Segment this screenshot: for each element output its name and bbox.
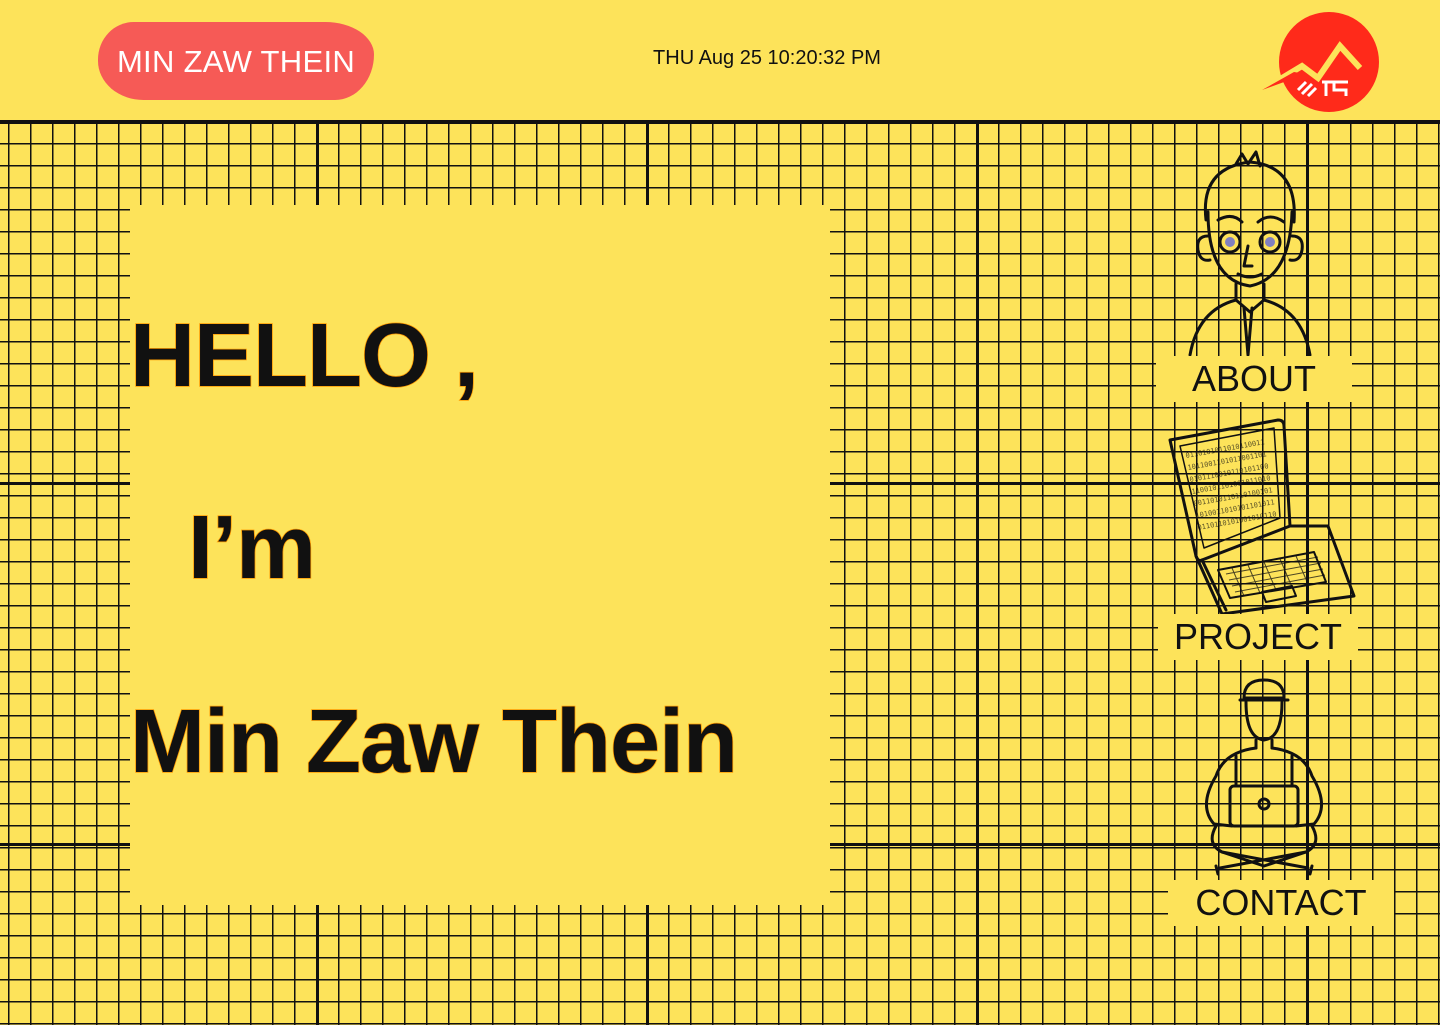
laptop-icon: 0110101011010110011 1011001101011001101 … [1166,414,1356,618]
site-name-badge[interactable]: MIN ZAW THEIN [98,22,374,100]
mountain-logo-icon[interactable] [1262,10,1380,114]
nav-project-label: PROJECT [1158,614,1358,660]
hero-name: Min Zaw Thein [129,691,738,793]
hero-greeting: HELLO , [129,305,480,407]
hero-intro: I’m [187,497,317,599]
person-avatar-icon [1186,150,1316,360]
header-bar: MIN ZAW THEIN THU Aug 25 10:20:32 PM [0,0,1440,120]
hero-panel: HELLO , I’m Min Zaw Thein [129,205,830,905]
nav-about[interactable]: ABOUT [1150,150,1360,405]
nav-about-label: ABOUT [1156,356,1352,402]
nav-contact-label: CONTACT [1168,880,1394,926]
datetime-display: THU Aug 25 10:20:32 PM [653,47,881,69]
person-with-laptop-icon [1196,676,1332,880]
nav-contact[interactable]: CONTACT [1166,676,1396,926]
nav-project[interactable]: 0110101011010110011 1011001101011001101 … [1156,410,1366,662]
